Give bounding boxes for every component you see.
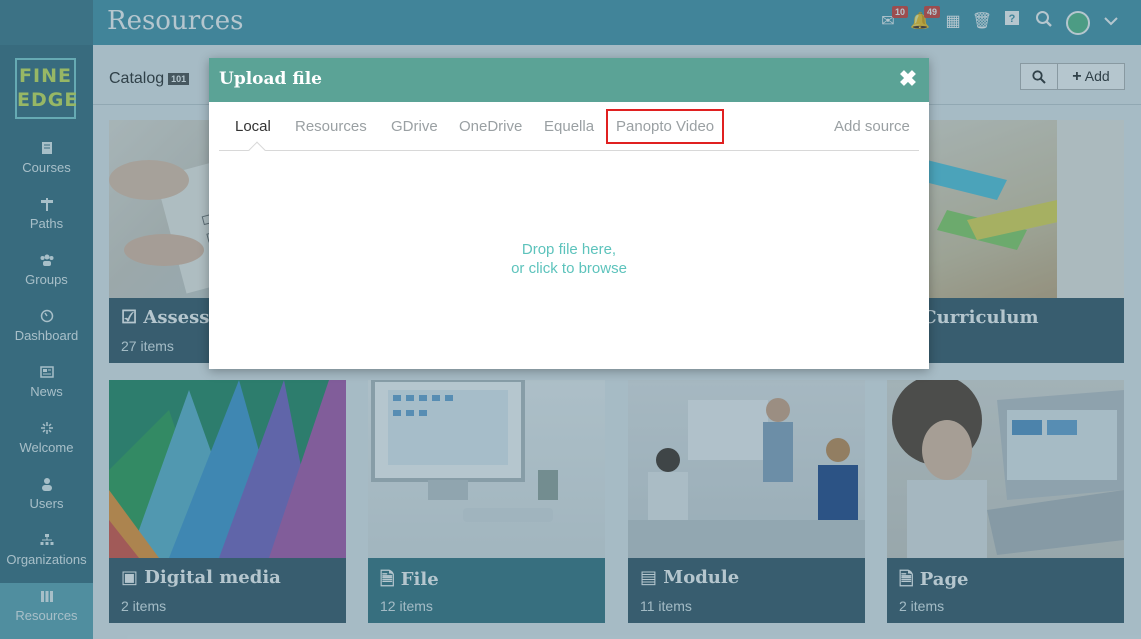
tab-onedrive[interactable]: OneDrive [459, 118, 522, 135]
source-tabs: Local Resources GDrive OneDrive Equella … [219, 106, 919, 159]
add-source-link[interactable]: Add source [834, 118, 910, 135]
dialog-title: Upload file [219, 69, 322, 89]
tab-local[interactable]: Local [235, 118, 271, 135]
tab-equella[interactable]: Equella [544, 118, 594, 135]
dialog-header: Upload file ✖ [209, 58, 929, 102]
tab-resources[interactable]: Resources [295, 118, 367, 135]
close-icon[interactable]: ✖ [898, 66, 918, 92]
file-drop-zone[interactable]: Drop file here, or click to browse [219, 153, 919, 363]
drop-text: Drop file here, [521, 241, 617, 258]
upload-file-dialog: Upload file ✖ Local Resources GDrive One… [209, 58, 929, 369]
tab-panopto-video[interactable]: Panopto Video [605, 109, 725, 144]
browse-text: or click to browse [511, 260, 627, 277]
tab-gdrive[interactable]: GDrive [391, 118, 438, 135]
